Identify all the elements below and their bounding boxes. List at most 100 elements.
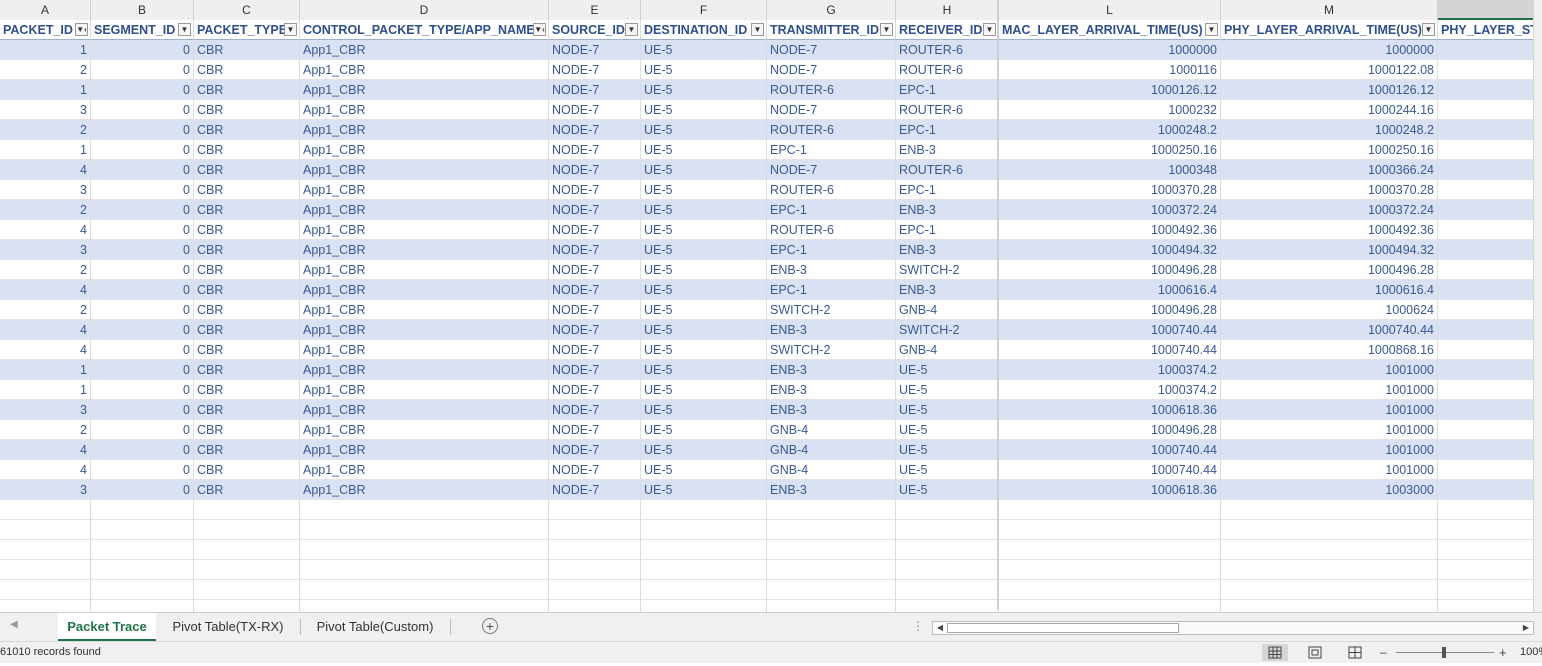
header-cell[interactable]: RECEIVER_ID ▼	[896, 20, 999, 40]
table-cell[interactable]	[1438, 400, 1542, 420]
table-cell[interactable]	[549, 540, 641, 560]
table-cell[interactable]: 2	[0, 200, 91, 220]
table-cell[interactable]: 1001000	[1221, 360, 1438, 380]
table-cell[interactable]	[767, 580, 896, 600]
column-letter-g[interactable]: G	[767, 0, 896, 20]
column-letter-m[interactable]: M	[1221, 0, 1438, 20]
table-cell[interactable]: CBR	[194, 100, 300, 120]
table-cell[interactable]	[1438, 160, 1542, 180]
table-cell[interactable]: NODE-7	[767, 60, 896, 80]
table-cell[interactable]: UE-5	[641, 220, 767, 240]
table-cell[interactable]: 1000740.44	[999, 440, 1221, 460]
table-cell[interactable]	[1221, 520, 1438, 540]
header-cell[interactable]: PHY_LAYER_ARRIVAL_TIME(US) ▼	[1221, 20, 1438, 40]
header-cell[interactable]: SOURCE_ID ▼	[549, 20, 641, 40]
table-cell[interactable]: 1000496.28	[999, 300, 1221, 320]
table-cell[interactable]: 1003000	[1221, 480, 1438, 500]
table-cell[interactable]: ROUTER-6	[896, 160, 999, 180]
normal-view-button[interactable]	[1262, 644, 1288, 661]
table-cell[interactable]	[896, 500, 999, 520]
table-cell[interactable]: 1000624	[1221, 300, 1438, 320]
table-cell[interactable]: ENB-3	[767, 260, 896, 280]
table-cell[interactable]: 1001000	[1221, 420, 1438, 440]
filter-dropdown-icon[interactable]: ▼	[751, 23, 764, 36]
table-cell[interactable]: 1000494.32	[999, 240, 1221, 260]
table-cell[interactable]	[1438, 440, 1542, 460]
table-cell[interactable]: App1_CBR	[300, 480, 549, 500]
table-cell[interactable]: App1_CBR	[300, 240, 549, 260]
table-cell[interactable]: UE-5	[641, 140, 767, 160]
table-cell[interactable]: UE-5	[896, 400, 999, 420]
table-cell[interactable]: NODE-7	[549, 440, 641, 460]
table-cell[interactable]	[91, 580, 194, 600]
table-cell[interactable]: 1000496.28	[1221, 260, 1438, 280]
table-cell[interactable]	[896, 520, 999, 540]
table-cell[interactable]	[300, 580, 549, 600]
table-cell[interactable]	[0, 520, 91, 540]
table-cell[interactable]: CBR	[194, 40, 300, 60]
tab-pivot-table-custom[interactable]: Pivot Table(Custom)	[304, 613, 446, 641]
filter-dropdown-icon[interactable]: ▼	[625, 23, 638, 36]
table-cell[interactable]: 1000496.28	[999, 420, 1221, 440]
table-cell[interactable]: App1_CBR	[300, 380, 549, 400]
table-cell[interactable]: UE-5	[641, 360, 767, 380]
table-cell[interactable]: CBR	[194, 440, 300, 460]
table-cell[interactable]: ENB-3	[767, 320, 896, 340]
table-cell[interactable]	[1438, 220, 1542, 240]
table-cell[interactable]: ROUTER-6	[767, 120, 896, 140]
table-cell[interactable]: UE-5	[641, 300, 767, 320]
table-cell[interactable]: SWITCH-2	[767, 300, 896, 320]
table-cell[interactable]: ROUTER-6	[896, 60, 999, 80]
table-cell[interactable]	[641, 520, 767, 540]
table-cell[interactable]: 1	[0, 140, 91, 160]
table-cell[interactable]: 1000116	[999, 60, 1221, 80]
table-cell[interactable]: 1000126.12	[1221, 80, 1438, 100]
table-cell[interactable]: NODE-7	[549, 200, 641, 220]
table-cell[interactable]	[767, 560, 896, 580]
table-cell[interactable]	[1438, 420, 1542, 440]
table-cell[interactable]: 0	[91, 360, 194, 380]
table-cell[interactable]: UE-5	[641, 200, 767, 220]
table-cell[interactable]: App1_CBR	[300, 420, 549, 440]
table-cell[interactable]: App1_CBR	[300, 160, 549, 180]
table-cell[interactable]: 3	[0, 400, 91, 420]
scrollbar-thumb[interactable]	[947, 623, 1179, 633]
table-cell[interactable]: UE-5	[896, 420, 999, 440]
header-cell[interactable]: PHY_LAYER_ST	[1438, 20, 1542, 40]
table-cell[interactable]: 0	[91, 60, 194, 80]
table-cell[interactable]	[1221, 540, 1438, 560]
table-cell[interactable]	[91, 520, 194, 540]
column-letter-f[interactable]: F	[641, 0, 767, 20]
table-cell[interactable]: 4	[0, 220, 91, 240]
table-cell[interactable]: CBR	[194, 160, 300, 180]
column-letter-h[interactable]: H	[896, 0, 999, 20]
table-cell[interactable]: NODE-7	[549, 40, 641, 60]
table-cell[interactable]	[0, 540, 91, 560]
table-cell[interactable]	[549, 560, 641, 580]
table-cell[interactable]	[999, 540, 1221, 560]
horizontal-scrollbar[interactable]: ◀ ▶	[932, 621, 1534, 635]
table-cell[interactable]: 0	[91, 160, 194, 180]
table-cell[interactable]: ROUTER-6	[767, 220, 896, 240]
table-cell[interactable]: CBR	[194, 380, 300, 400]
table-cell[interactable]: 4	[0, 460, 91, 480]
table-cell[interactable]: NODE-7	[549, 240, 641, 260]
table-cell[interactable]: 1001000	[1221, 380, 1438, 400]
table-cell[interactable]: UE-5	[641, 420, 767, 440]
header-cell[interactable]: MAC_LAYER_ARRIVAL_TIME(US) ▼	[999, 20, 1221, 40]
header-cell[interactable]: PACKET_TYPE ▼	[194, 20, 300, 40]
table-cell[interactable]: 0	[91, 140, 194, 160]
header-cell[interactable]: DESTINATION_ID ▼	[641, 20, 767, 40]
table-cell[interactable]: ENB-3	[896, 140, 999, 160]
table-cell[interactable]: 1000232	[999, 100, 1221, 120]
table-cell[interactable]	[641, 540, 767, 560]
table-cell[interactable]	[194, 580, 300, 600]
column-letter-b[interactable]: B	[91, 0, 194, 20]
table-cell[interactable]: 1000618.36	[999, 400, 1221, 420]
table-cell[interactable]: CBR	[194, 240, 300, 260]
table-cell[interactable]: 0	[91, 40, 194, 60]
table-cell[interactable]: 4	[0, 320, 91, 340]
table-cell[interactable]: ENB-3	[896, 280, 999, 300]
table-cell[interactable]: 1000372.24	[1221, 200, 1438, 220]
add-sheet-icon[interactable]: +	[482, 618, 498, 634]
